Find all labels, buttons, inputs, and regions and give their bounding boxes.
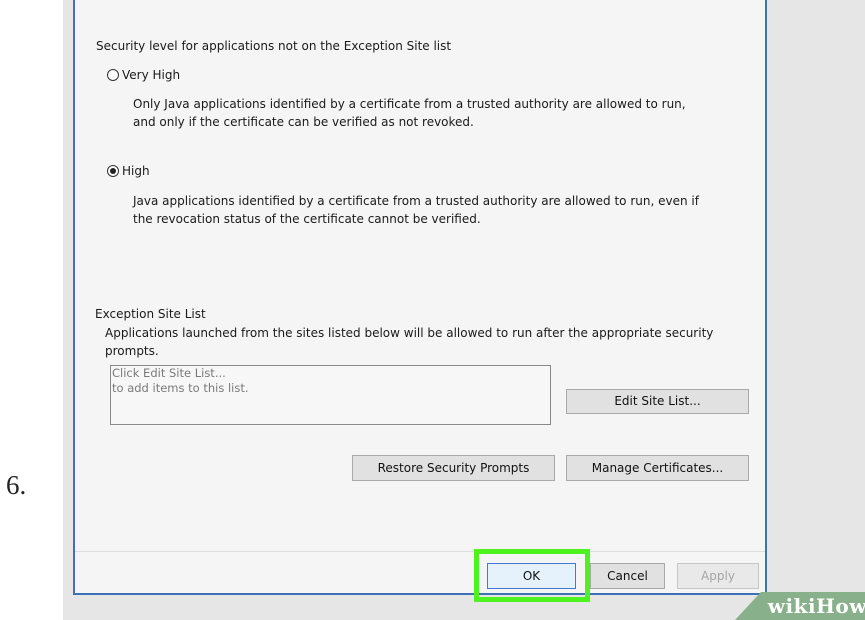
exception-description-line-1: Applications launched from the sites lis… (105, 326, 714, 340)
restore-security-prompts-button[interactable]: Restore Security Prompts (352, 455, 555, 481)
very-high-label[interactable]: Very High (122, 68, 180, 82)
very-high-description-line-2: and only if the certificate can be verif… (133, 115, 474, 129)
apply-button[interactable]: Apply (677, 563, 759, 589)
footer-divider (75, 551, 765, 552)
high-radio[interactable] (107, 165, 119, 177)
security-level-heading: Security level for applications not on t… (96, 39, 452, 53)
step-number: 6. (6, 470, 27, 500)
high-description-line-1: Java applications identified by a certif… (133, 194, 699, 208)
cancel-button[interactable]: Cancel (590, 563, 665, 589)
site-list-placeholder-line-2: to add items to this list. (112, 381, 249, 395)
exception-description-line-2: prompts. (105, 344, 159, 358)
java-control-panel-dialog: Security level for applications not on t… (73, 0, 767, 595)
exception-site-list-heading: Exception Site List (95, 307, 206, 321)
high-description-line-2: the revocation status of the certificate… (133, 212, 481, 226)
site-list-placeholder-line-1: Click Edit Site List... (112, 366, 226, 380)
radio-selected-dot (110, 168, 116, 174)
exception-site-list-box[interactable]: Click Edit Site List... to add items to … (110, 365, 551, 425)
ok-button-highlight (474, 549, 590, 602)
very-high-description-line-1: Only Java applications identified by a c… (133, 97, 686, 111)
very-high-radio[interactable] (107, 69, 119, 81)
edit-site-list-button[interactable]: Edit Site List... (566, 389, 749, 414)
wikihow-logo-text: wikiHow (767, 594, 865, 618)
manage-certificates-button[interactable]: Manage Certificates... (566, 455, 749, 481)
high-label[interactable]: High (122, 164, 150, 178)
